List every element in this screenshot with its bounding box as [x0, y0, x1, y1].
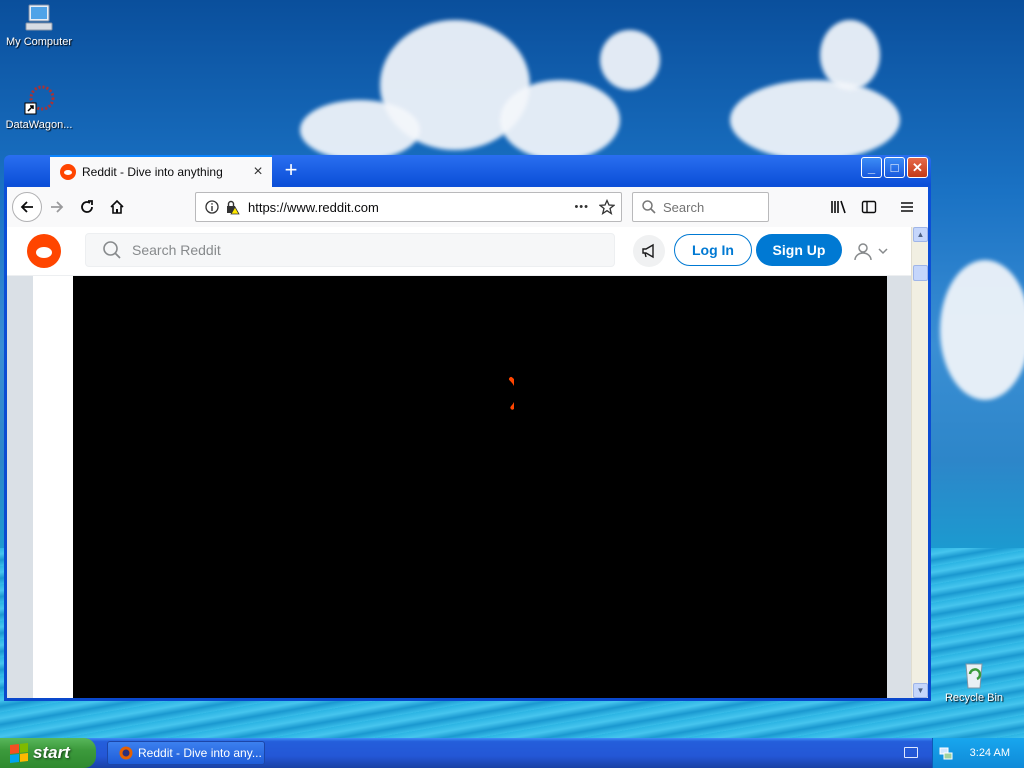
tab-title: Reddit - Dive into anything [82, 165, 223, 179]
scroll-up-arrow-icon[interactable]: ▲ [913, 227, 928, 242]
cloud [730, 80, 900, 160]
megaphone-icon [642, 243, 654, 259]
hamburger-menu-icon [901, 202, 913, 212]
scroll-down-arrow-icon[interactable]: ▼ [913, 683, 928, 698]
bookmark-star-icon[interactable] [599, 199, 615, 215]
new-tab-button[interactable]: + [279, 159, 303, 183]
search-icon [103, 241, 121, 259]
minimize-button[interactable]: _ [861, 157, 882, 178]
system-tray: 3:24 AM [932, 738, 1024, 768]
reddit-header: Search Reddit Log In Sign Up [7, 227, 928, 276]
keyboard-language-icon[interactable] [904, 747, 918, 758]
taskbar: start Reddit - Dive into any... 3:24 AM [0, 738, 1024, 768]
lock-warning-icon[interactable] [224, 199, 240, 215]
desktop-icon-recycle-bin[interactable]: Recycle Bin [935, 658, 1013, 704]
start-button[interactable]: start [0, 738, 96, 768]
desktop-icon-label: My Computer [5, 36, 73, 48]
windows-logo-icon [10, 743, 28, 763]
toolbar-right [824, 192, 922, 222]
network-icon[interactable] [938, 745, 954, 761]
sidebar-button[interactable] [854, 192, 884, 222]
sidebar-icon [861, 200, 877, 214]
clock[interactable]: 3:24 AM [970, 747, 1010, 759]
advertise-button[interactable] [633, 235, 665, 267]
menu-button[interactable] [892, 192, 922, 222]
library-button[interactable] [824, 192, 854, 222]
arrow-right-icon [51, 201, 64, 213]
computer-icon [23, 2, 55, 34]
library-icon [831, 200, 846, 214]
browser-window: Reddit - Dive into anything × + _ □ ✕ ht… [4, 155, 931, 701]
vertical-scrollbar[interactable]: ▲ ▼ [911, 227, 928, 698]
close-button[interactable]: ✕ [907, 157, 928, 178]
recycle-bin-icon [958, 658, 990, 690]
tab-bar: Reddit - Dive into anything × + _ □ ✕ [7, 155, 928, 187]
desktop-icon-label: DataWagon... [5, 119, 73, 131]
taskbar-window-title: Reddit - Dive into any... [138, 746, 262, 760]
scroll-thumb[interactable] [913, 265, 928, 281]
cloud [940, 260, 1024, 400]
cloud [500, 80, 620, 160]
home-button[interactable] [102, 192, 132, 222]
media-player[interactable] [73, 276, 887, 698]
taskbar-window-reddit[interactable]: Reddit - Dive into any... [107, 741, 265, 765]
arrow-left-icon [20, 201, 33, 213]
home-icon [110, 199, 124, 214]
user-icon [854, 243, 872, 261]
cloud [820, 20, 880, 90]
signup-button[interactable]: Sign Up [756, 234, 842, 266]
start-label: start [33, 743, 70, 762]
reddit-search-input[interactable]: Search Reddit [85, 233, 615, 267]
url-text[interactable]: https://www.reddit.com [248, 200, 574, 215]
cloud [600, 30, 660, 90]
tab-close-icon[interactable]: × [248, 163, 268, 181]
search-icon [642, 200, 656, 214]
reddit-search-placeholder: Search Reddit [132, 242, 221, 258]
back-button[interactable] [12, 192, 42, 222]
address-bar[interactable]: https://www.reddit.com ••• [195, 192, 622, 222]
search-placeholder: Search [663, 199, 705, 215]
loading-spinner-icon [483, 377, 514, 412]
tab-reddit[interactable]: Reddit - Dive into anything × [50, 155, 272, 187]
maximize-button[interactable]: □ [884, 157, 905, 178]
desktop-icon-datawagon[interactable]: DataWagon... [0, 85, 78, 131]
cloud [300, 100, 420, 160]
user-dropdown[interactable] [853, 239, 893, 263]
forward-button[interactable] [42, 192, 72, 222]
login-button[interactable]: Log In [674, 234, 752, 266]
datawagon-shortcut-icon [23, 85, 55, 117]
reddit-favicon-icon [60, 164, 76, 180]
feed-left-margin [33, 276, 73, 698]
desktop-icon-label: Recycle Bin [944, 692, 1004, 704]
window-controls: _ □ ✕ [861, 157, 928, 178]
desktop-icon-my-computer[interactable]: My Computer [0, 2, 78, 48]
navigation-toolbar: https://www.reddit.com ••• Search [7, 187, 928, 228]
reload-button[interactable] [72, 192, 102, 222]
page-viewport: Search Reddit Log In Sign Up ▲ ▼ [7, 227, 928, 698]
info-icon[interactable] [204, 199, 220, 215]
chevron-down-icon [878, 248, 888, 255]
page-actions-icon[interactable]: ••• [574, 201, 589, 213]
reddit-logo-icon[interactable] [27, 234, 61, 268]
firefox-icon [119, 746, 133, 760]
reload-icon [81, 200, 93, 213]
search-bar[interactable]: Search [632, 192, 769, 222]
